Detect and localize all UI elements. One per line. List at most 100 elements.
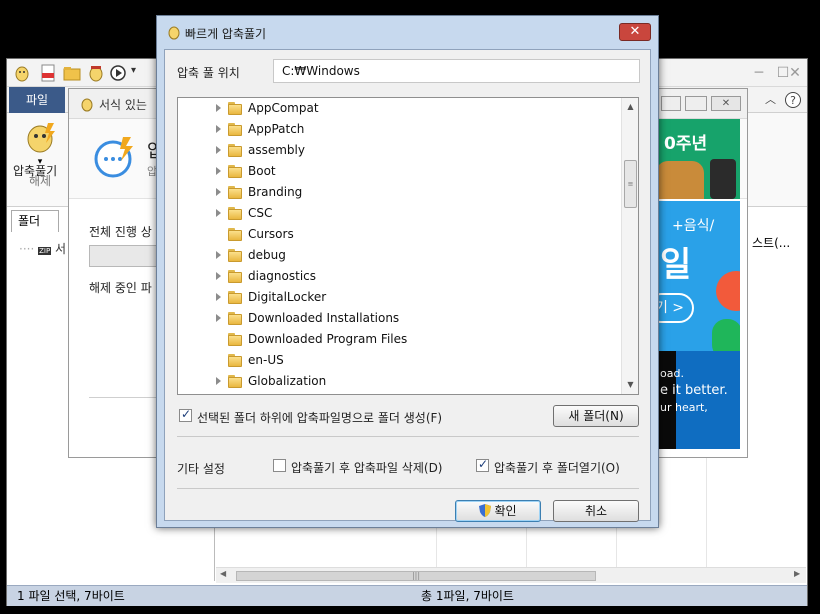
location-input[interactable]: C:₩Windows [273, 59, 640, 83]
file-tab[interactable]: 파일 [9, 87, 65, 113]
scroll-left-icon[interactable]: ◀ [220, 569, 226, 578]
extract-button[interactable]: 압축풀기 ▾ 해제 [13, 119, 67, 203]
delete-after-checkbox[interactable] [273, 459, 286, 472]
folder-tree[interactable]: AppCompat AppPatch assembly Boot Branding CSC… [177, 97, 639, 395]
folder-tab[interactable]: 폴더 [11, 210, 59, 232]
ok-button[interactable]: 확인 [455, 500, 541, 522]
zip-archive-icon: ZIP [38, 247, 52, 255]
minimize-icon[interactable]: ─ [749, 63, 769, 83]
folder-tree-item[interactable]: Cursors [178, 224, 620, 245]
folder-name: diagnostics [248, 269, 317, 283]
folder-tree-item[interactable]: debug [178, 245, 620, 266]
progress-restore-icon[interactable] [685, 96, 707, 111]
folder-name: Downloaded Installations [248, 311, 400, 325]
extract-icon[interactable] [87, 64, 105, 82]
folder-tree-item[interactable]: assembly [178, 140, 620, 161]
help-icon[interactable]: ? [784, 91, 802, 109]
expand-arrow-icon[interactable] [216, 293, 221, 301]
scroll-up-icon[interactable]: ▲ [626, 102, 635, 111]
folder-name: Branding [248, 185, 303, 199]
create-subfolder-checkbox[interactable] [179, 407, 192, 422]
status-total: 총 1파일, 7바이트 [421, 589, 514, 603]
folder-tree-item[interactable]: Globalization [178, 371, 620, 392]
open-folder-icon[interactable] [63, 64, 81, 82]
folder-tree-item[interactable]: DigitalLocker [178, 287, 620, 308]
current-file-label: 해제 중인 파 [89, 281, 152, 295]
status-bar: 1 파일 선택, 7바이트 총 1파일, 7바이트 [7, 585, 807, 606]
scroll-thumb[interactable]: ||| [236, 571, 596, 581]
dialog-close-button[interactable]: ✕ [619, 23, 651, 41]
advertisement-banner[interactable]: 0주년 +음식/ 일 기 > oad. e it better. ur hear… [656, 119, 740, 449]
folder-tree-item[interactable]: diagnostics [178, 266, 620, 287]
folder-icon [228, 375, 242, 388]
folder-tree-item[interactable]: Downloaded Program Files [178, 329, 620, 350]
progress-minimize-icon[interactable] [661, 96, 681, 111]
folder-tree-item[interactable]: Downloaded Installations [178, 308, 620, 329]
other-settings-label: 기타 설정 [177, 462, 225, 476]
ok-button-label: 확인 [494, 504, 517, 518]
scroll-thumb[interactable]: ≡ [624, 160, 637, 208]
folder-tree-item[interactable]: CSC [178, 203, 620, 224]
open-folder-label: 압축풀기 후 폴더열기(O) [494, 461, 620, 475]
expand-arrow-icon[interactable] [216, 251, 221, 259]
ad-mid-text-1: +음식/ [672, 218, 715, 234]
ribbon-collapse-icon[interactable]: ︿ [765, 91, 776, 107]
shield-icon [479, 504, 492, 517]
new-folder-button[interactable]: 새 폴더(N) [553, 405, 639, 427]
scroll-down-icon[interactable]: ▼ [626, 380, 635, 389]
folder-tree-item[interactable]: AppPatch [178, 119, 620, 140]
folder-name: Downloaded Program Files [248, 332, 408, 346]
extract-large-icon [27, 123, 55, 153]
folder-name: Boot [248, 164, 276, 178]
ad-mid-text-2: 일 [660, 245, 692, 285]
quick-access-dropdown-icon[interactable]: ▾ [131, 65, 136, 76]
phone-image [656, 351, 676, 449]
ad-top-text: 0주년 [664, 134, 708, 154]
ad-bottom-panel: oad. e it better. ur heart, [656, 351, 740, 449]
folder-tree-item[interactable]: en-US [178, 350, 620, 371]
folder-tree-item[interactable]: Branding [178, 182, 620, 203]
expand-arrow-icon[interactable] [216, 167, 221, 175]
expand-arrow-icon[interactable] [216, 314, 221, 322]
scroll-right-icon[interactable]: ▶ [794, 569, 800, 578]
dialog-content: 압축 풀 위치 C:₩Windows AppCompat AppPatch asse… [164, 49, 651, 522]
overall-progress-label: 전체 진행 상 [89, 225, 152, 239]
expand-arrow-icon[interactable] [216, 104, 221, 112]
divider [177, 436, 639, 437]
file-row-type[interactable]: 스트(... [752, 234, 790, 251]
expand-arrow-icon[interactable] [216, 146, 221, 154]
archive-tree-label: 서 [55, 242, 67, 256]
status-selection: 1 파일 선택, 7바이트 [17, 589, 125, 603]
tree-connector: ···· [19, 242, 35, 256]
dialog-title: 빠르게 압축풀기 [185, 27, 267, 41]
folder-name: DigitalLocker [248, 290, 327, 304]
app-logo-icon [15, 66, 29, 82]
archive-tree-item[interactable]: ···· ZIP 서 [19, 240, 66, 257]
expand-arrow-icon[interactable] [216, 377, 221, 385]
folder-name: debug [248, 248, 286, 262]
cancel-button[interactable]: 취소 [553, 500, 639, 522]
tree-vertical-scrollbar[interactable]: ▲ ≡ ▼ [621, 98, 638, 394]
ad-top-panel: 0주년 [656, 119, 740, 199]
open-folder-checkbox[interactable] [476, 457, 489, 472]
folder-name: Cursors [248, 227, 294, 241]
progress-title: 서식 있는 [99, 98, 147, 112]
drink-image [710, 159, 736, 199]
close-main-icon[interactable]: ✕ [785, 63, 805, 83]
ad-cta-button[interactable]: 기 > [656, 293, 694, 323]
location-label: 압축 풀 위치 [177, 66, 240, 80]
zip-file-icon[interactable] [39, 64, 57, 82]
folder-name: Globalization [248, 374, 327, 388]
folder-icon [228, 144, 242, 157]
expand-arrow-icon[interactable] [216, 272, 221, 280]
expand-arrow-icon[interactable] [216, 209, 221, 217]
folder-tree-item[interactable]: Boot [178, 161, 620, 182]
play-circle-icon[interactable] [109, 64, 127, 82]
folder-tree-item[interactable]: AppCompat [178, 98, 620, 119]
progress-close-icon[interactable]: ✕ [711, 96, 741, 111]
expand-arrow-icon[interactable] [216, 188, 221, 196]
expand-arrow-icon[interactable] [216, 125, 221, 133]
ad-bottom-text-3: ur heart, [660, 401, 708, 414]
folder-name: CSC [248, 206, 273, 220]
horizontal-scrollbar[interactable]: ◀ ||| ▶ [216, 567, 806, 583]
